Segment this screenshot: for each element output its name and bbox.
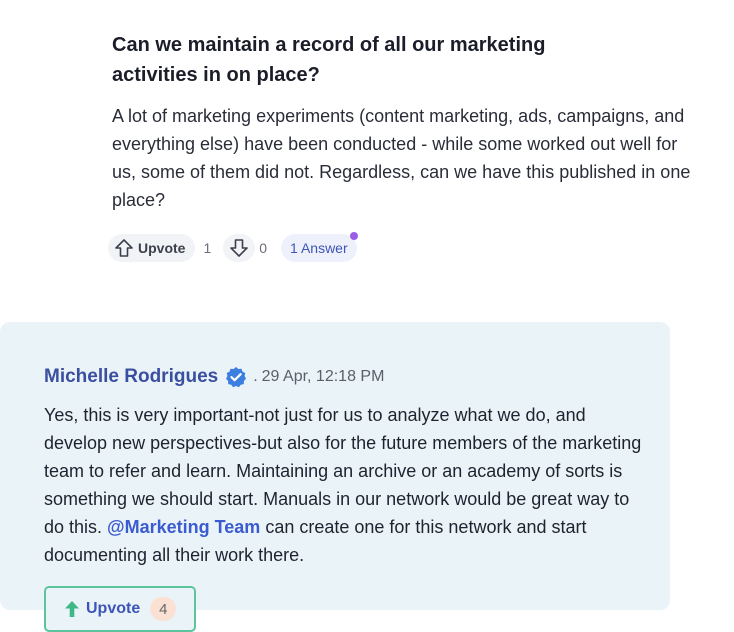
question-upvote-count: 1 bbox=[203, 240, 212, 256]
answer-upvote-count: 4 bbox=[150, 597, 177, 621]
answer-date: 29 Apr, 12:18 PM bbox=[261, 368, 385, 385]
arrow-up-outline-icon bbox=[114, 238, 134, 258]
answers-link[interactable]: 1 Answer bbox=[281, 232, 358, 262]
answer-upvote-button[interactable]: Upvote 4 bbox=[44, 586, 196, 632]
notification-dot bbox=[349, 232, 358, 240]
arrow-up-filled-icon bbox=[64, 600, 80, 618]
answers-label: 1 Answer bbox=[290, 240, 348, 256]
question-actions: Upvote 1 0 1 Answer bbox=[108, 232, 358, 262]
answer-header: Michelle Rodrigues . 29 Apr, 12:18 PM bbox=[44, 362, 384, 392]
question-title: Can we maintain a record of all our mark… bbox=[112, 34, 546, 86]
author-name[interactable]: Michelle Rodrigues bbox=[44, 366, 218, 388]
arrow-down-outline-icon bbox=[229, 238, 249, 258]
answer-upvote-label: Upvote bbox=[86, 600, 141, 617]
question-upvote-label: Upvote bbox=[138, 240, 186, 256]
answer-body: Yes, this is very important-not just for… bbox=[44, 401, 644, 569]
question-downvote-count: 0 bbox=[259, 240, 268, 256]
question-downvote-button[interactable] bbox=[223, 234, 256, 262]
separator: . bbox=[253, 368, 258, 385]
mention-link[interactable]: @Marketing Team bbox=[107, 517, 260, 537]
question-upvote-button[interactable]: Upvote bbox=[108, 234, 196, 262]
question-body: A lot of marketing experiments (content … bbox=[112, 106, 691, 210]
question: Can we maintain a record of all our mark… bbox=[112, 30, 692, 214]
verified-badge-icon bbox=[225, 366, 247, 388]
